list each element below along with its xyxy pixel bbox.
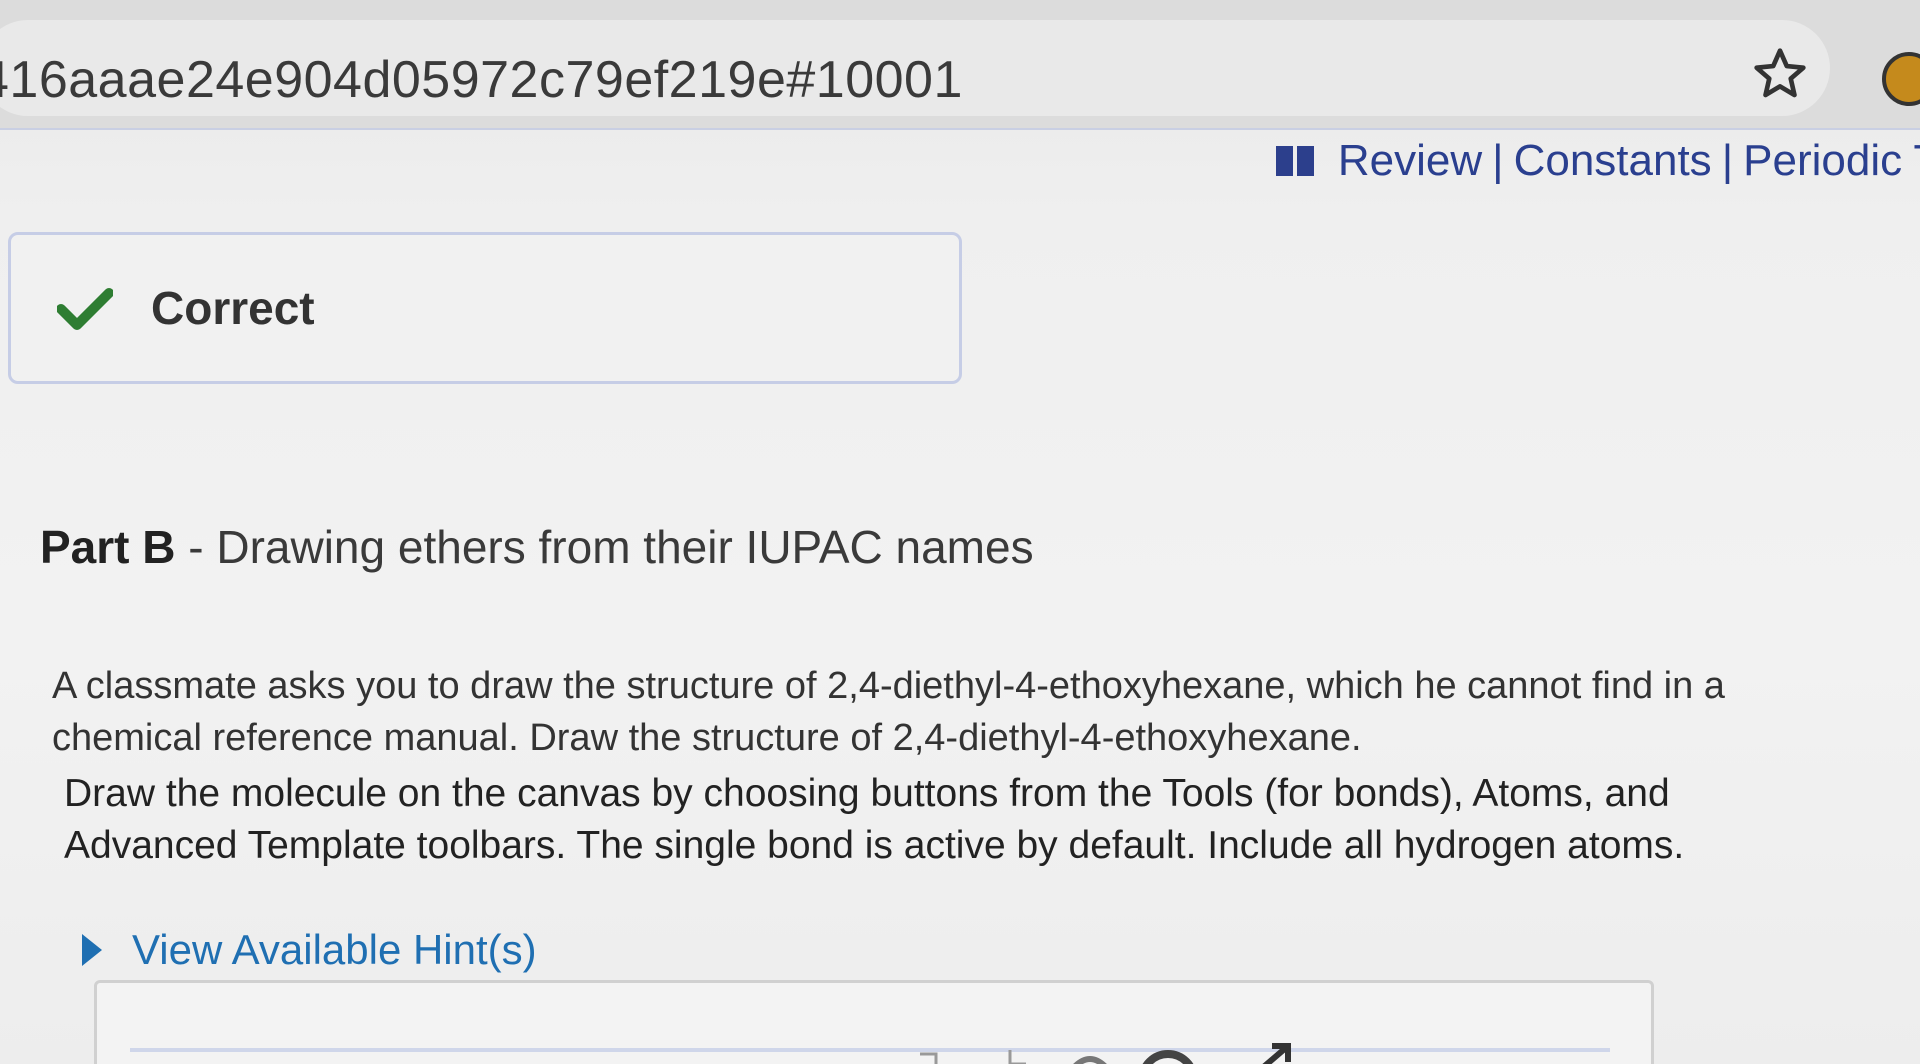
ring-tool-icon <box>1142 1050 1194 1064</box>
bracket-tool-icon <box>920 1052 938 1064</box>
address-bar[interactable]: 416aaae24e904d05972c79ef219e#10001 <box>0 20 1830 116</box>
bookmark-star-icon[interactable] <box>1752 46 1808 102</box>
feedback-box: Correct <box>8 232 962 384</box>
periodic-table-link[interactable]: Periodic Ta <box>1743 136 1920 186</box>
bracket-tool-icon <box>1008 1050 1026 1064</box>
hint-label: View Available Hint(s) <box>132 926 537 973</box>
instructions-text: Draw the molecule on the canvas by choos… <box>64 772 1685 867</box>
question-text: A classmate asks you to draw the structu… <box>52 665 1725 759</box>
constants-link[interactable]: Constants <box>1514 136 1712 186</box>
canvas-toolbar-divider <box>130 1048 1610 1052</box>
extension-icon[interactable] <box>1882 52 1920 106</box>
expand-arrow-icon <box>82 934 102 966</box>
page: 416aaae24e904d05972c79ef219e#10001 Revie… <box>0 0 1920 1064</box>
feedback-status: Correct <box>151 282 315 334</box>
part-dash: - <box>175 521 217 573</box>
book-icon <box>1275 146 1314 176</box>
part-title: Drawing ethers from their IUPAC names <box>216 521 1034 573</box>
checkmark-icon <box>57 288 113 330</box>
link-separator: | <box>1721 136 1734 185</box>
url-text[interactable]: 416aaae24e904d05972c79ef219e#10001 <box>0 50 963 110</box>
part-heading: Part B - Drawing ethers from their IUPAC… <box>40 520 1034 574</box>
arc-tool-icon <box>1073 1056 1107 1064</box>
canvas-toolbar-icons[interactable] <box>900 1032 1340 1064</box>
part-label: Part B <box>40 521 176 573</box>
browser-toolbar: 416aaae24e904d05972c79ef219e#10001 <box>0 0 1920 130</box>
arrow-tool-icon <box>1262 1043 1291 1064</box>
resource-links: Review | Constants | Periodic Ta <box>1275 136 1920 186</box>
link-separator: | <box>1492 136 1504 185</box>
view-hints-toggle[interactable]: View Available Hint(s) <box>82 926 537 974</box>
review-link[interactable]: Review <box>1338 136 1482 186</box>
